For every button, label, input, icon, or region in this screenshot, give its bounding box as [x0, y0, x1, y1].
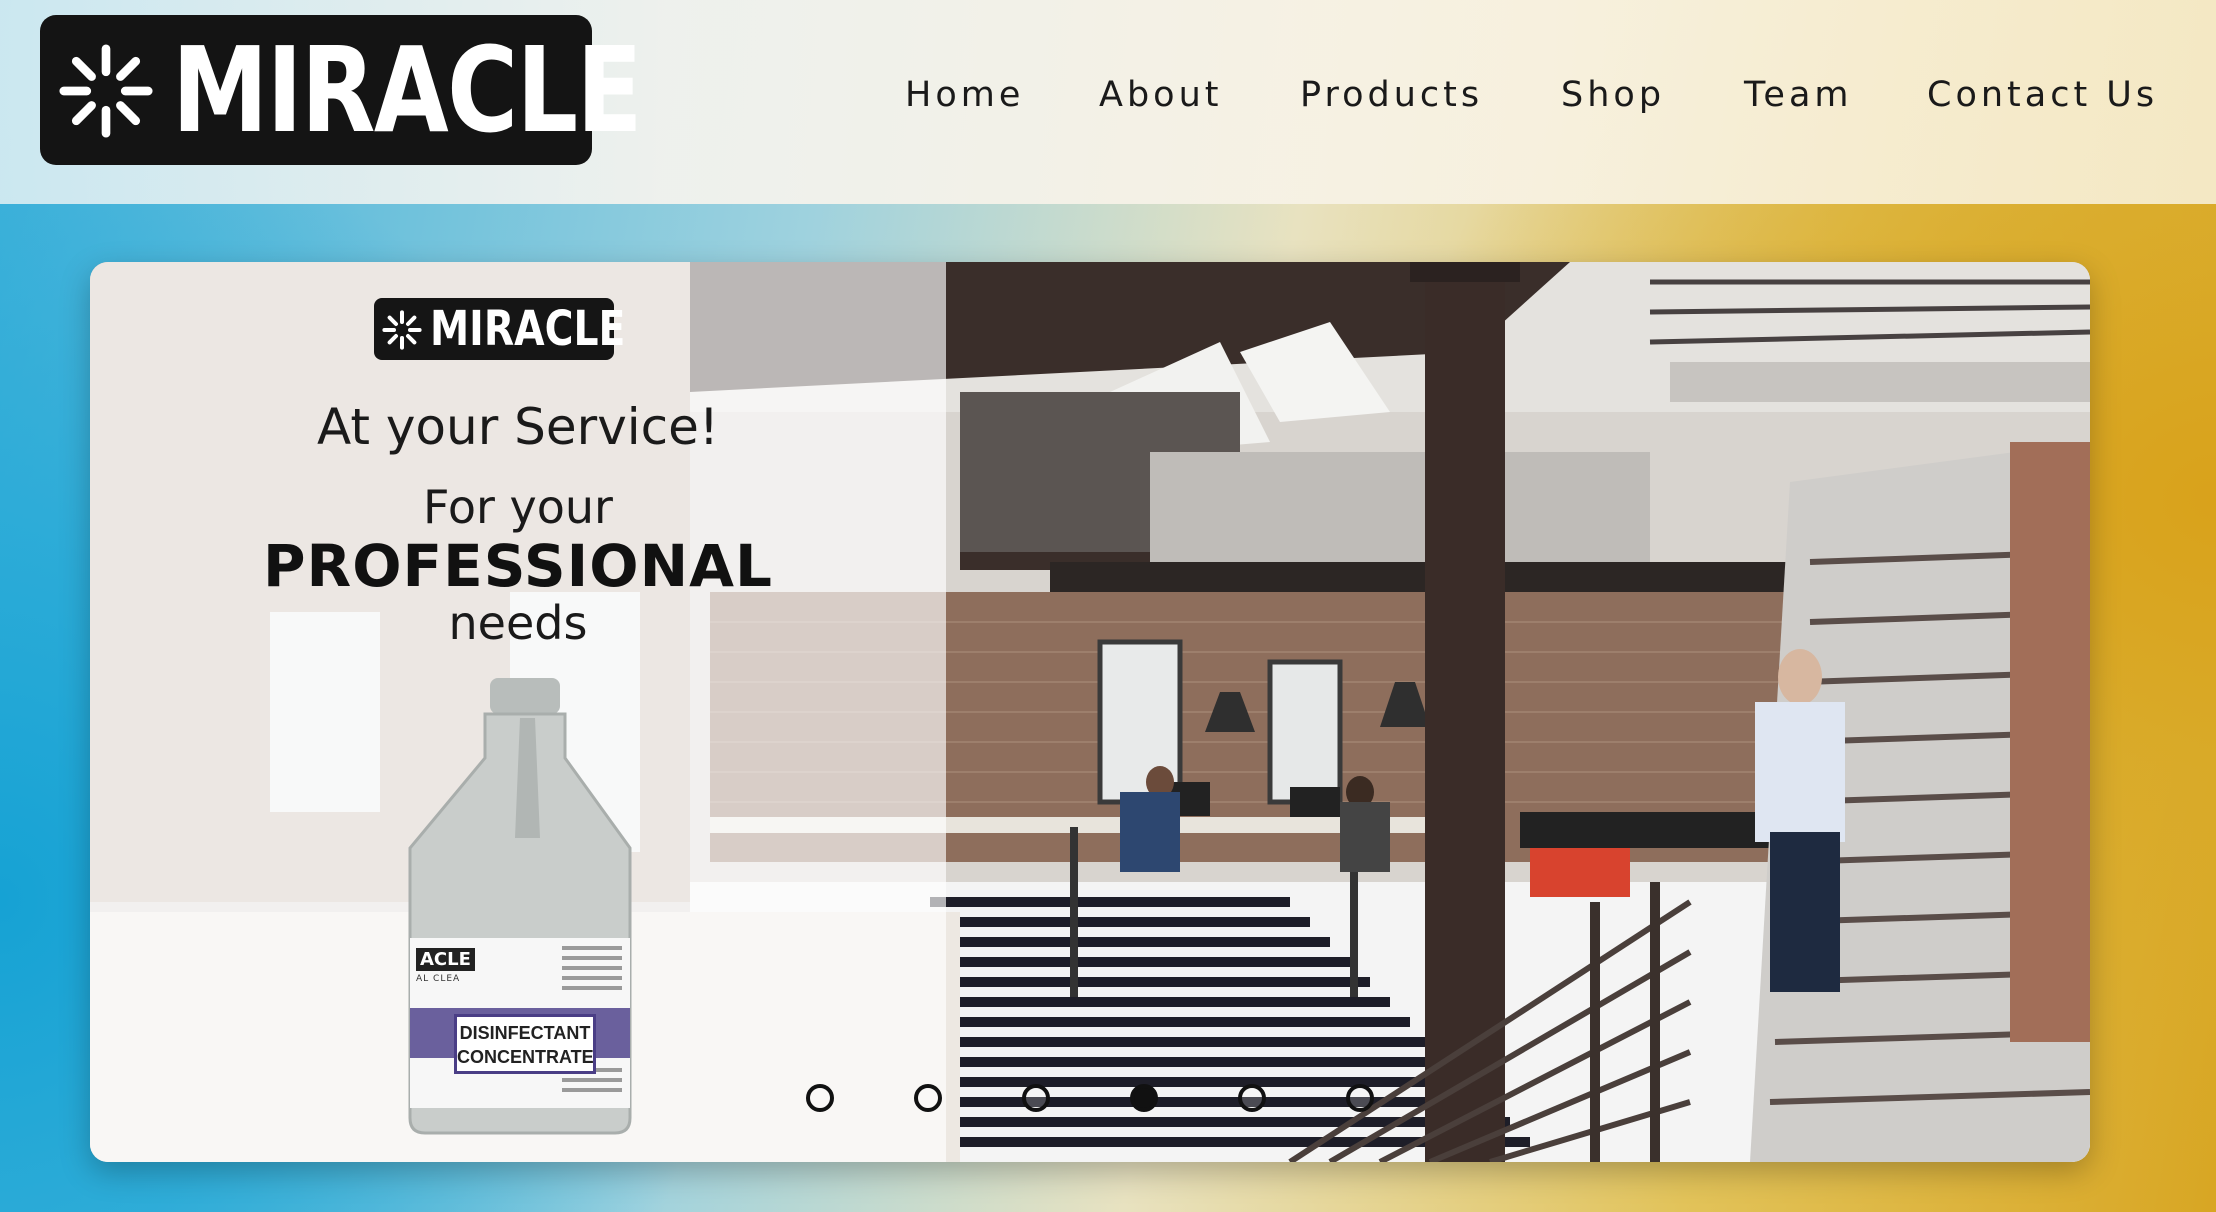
carousel-dot-5[interactable]: [1238, 1084, 1266, 1112]
jug-product-name: DISINFECTANT CONCENTRATE: [454, 1014, 596, 1074]
hero-text-panel: MIRACLE At your Service! For your PROFES…: [90, 262, 946, 1162]
main-nav: Home About Products Shop Team Contact Us: [0, 70, 2216, 120]
carousel-dot-6[interactable]: [1346, 1084, 1374, 1112]
jug-product-line-1: DISINFECTANT: [459, 1023, 591, 1043]
hero-line-1: For your: [423, 480, 613, 534]
nav-about[interactable]: About: [1099, 70, 1222, 120]
hero-line-3: needs: [448, 596, 588, 650]
nav-team[interactable]: Team: [1744, 70, 1853, 120]
sunburst-icon: [382, 310, 422, 350]
hero-carousel: MIRACLE At your Service! For your PROFES…: [90, 262, 2090, 1162]
carousel-dot-2[interactable]: [914, 1084, 942, 1112]
nav-home[interactable]: Home: [905, 70, 1024, 120]
nav-shop[interactable]: Shop: [1561, 70, 1665, 120]
hero-line-2: PROFESSIONAL: [263, 532, 773, 600]
carousel-dots: [90, 1084, 2090, 1124]
carousel-dot-4[interactable]: [1130, 1084, 1158, 1112]
product-jug-image: ACLE AL CLEA DISINFECTANT CONCENTRATE: [390, 678, 650, 1138]
jug-product-line-2: CONCENTRATE: [457, 1047, 594, 1067]
hero-tagline: At your Service!: [317, 398, 719, 456]
hero-logo-wordmark: MIRACLE: [430, 301, 626, 357]
hero-brand-logo: MIRACLE: [374, 298, 625, 360]
nav-products[interactable]: Products: [1300, 70, 1483, 120]
carousel-dot-1[interactable]: [806, 1084, 834, 1112]
nav-contact-us[interactable]: Contact Us: [1927, 70, 2158, 120]
jug-brand-text: ACLE: [416, 948, 475, 971]
jug-subbrand-text: AL CLEA: [416, 974, 461, 984]
carousel-dot-3[interactable]: [1022, 1084, 1050, 1112]
site-header: MIRACLE Home About Products Shop Team Co…: [0, 0, 2216, 204]
